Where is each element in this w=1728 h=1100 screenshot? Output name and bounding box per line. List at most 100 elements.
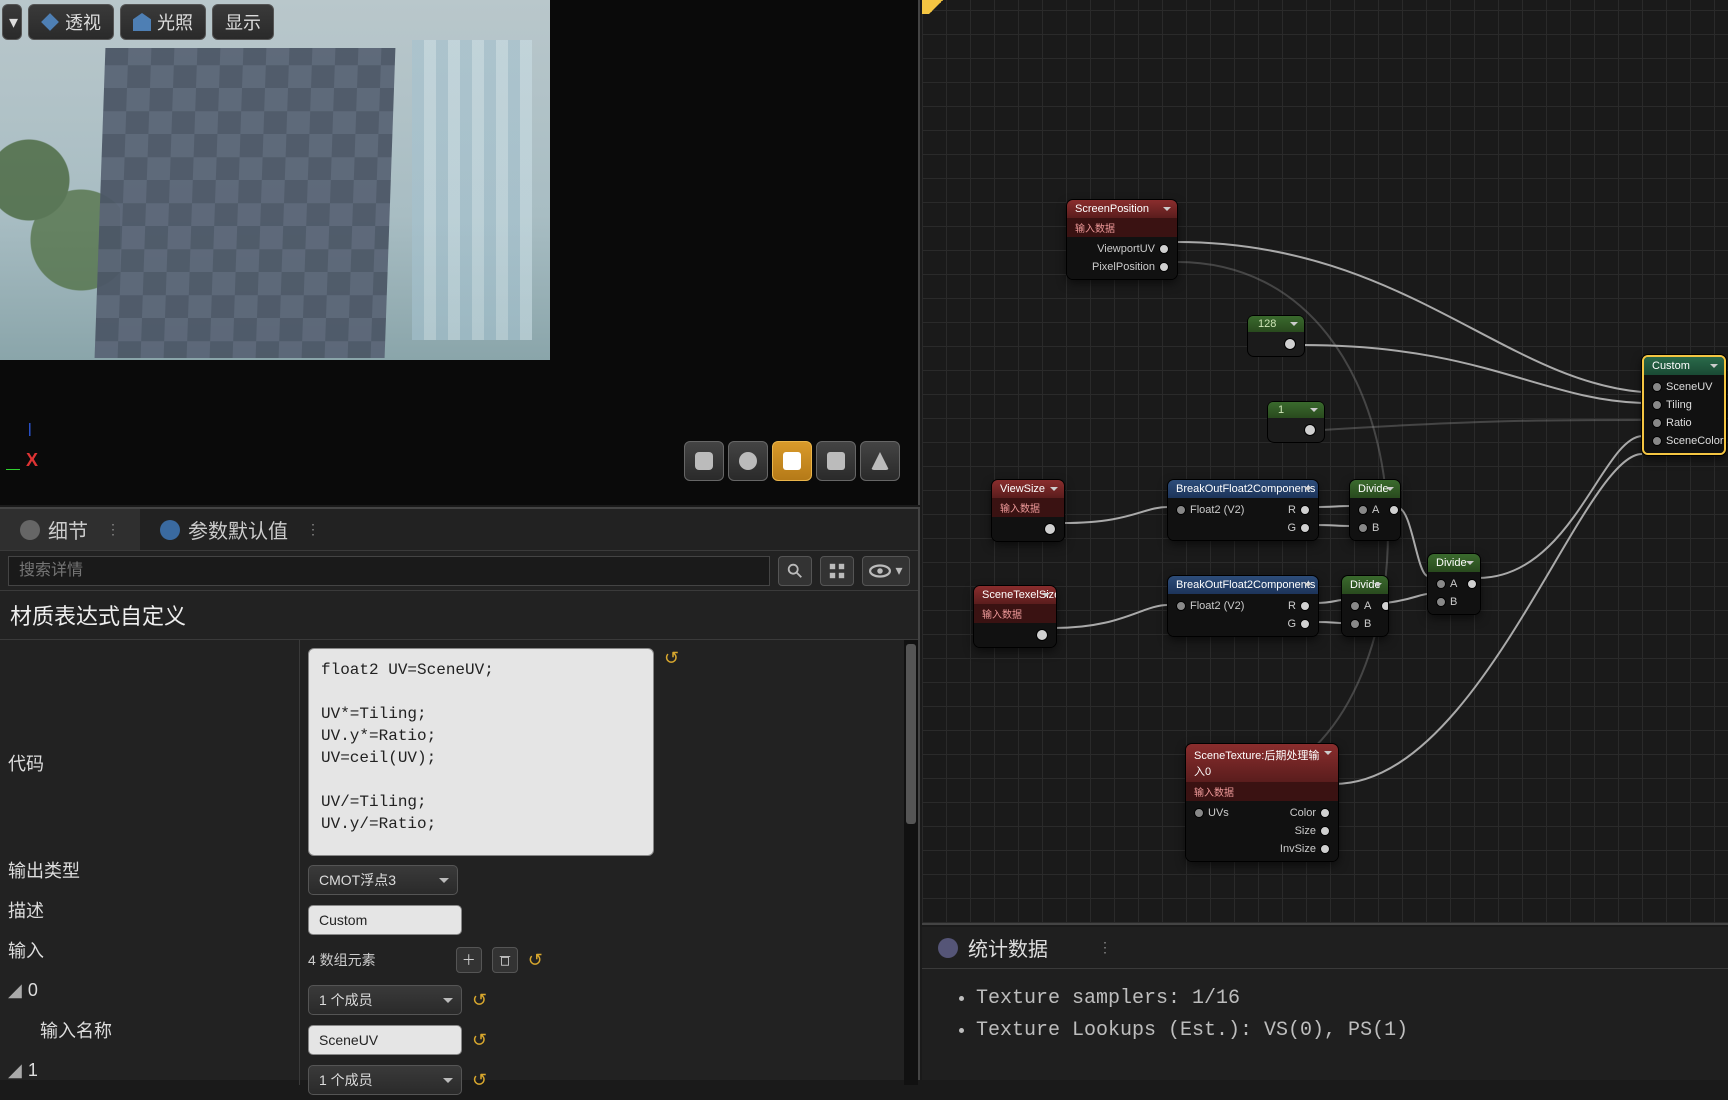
description-field[interactable]: Custom bbox=[308, 905, 462, 935]
row-input0-label[interactable]: ◢0 bbox=[0, 970, 299, 1010]
pin-in-icon[interactable] bbox=[1358, 523, 1368, 533]
row-input1-label[interactable]: ◢1 bbox=[0, 1050, 299, 1090]
row-inputs-label: 输入 bbox=[0, 930, 299, 970]
pin-in-icon[interactable] bbox=[1350, 619, 1360, 629]
viewport-scene[interactable] bbox=[0, 0, 550, 360]
pin-out-icon[interactable] bbox=[1300, 523, 1310, 533]
pin-in-icon[interactable] bbox=[1350, 601, 1360, 611]
node-constant-1[interactable]: 1 bbox=[1268, 402, 1324, 442]
axis-x-label: X bbox=[26, 450, 38, 471]
pin-out-icon[interactable] bbox=[1300, 601, 1310, 611]
node-divide-1[interactable]: Divide A B bbox=[1350, 480, 1400, 540]
details-search-input[interactable] bbox=[8, 556, 770, 586]
stats-tab[interactable]: 统计数据 ⋮ bbox=[922, 927, 1728, 969]
pin-out-icon[interactable] bbox=[1320, 826, 1330, 836]
preview-custom-mesh-button[interactable] bbox=[860, 441, 900, 481]
input0-name-field[interactable]: SceneUV bbox=[308, 1025, 462, 1055]
pin-in-icon[interactable] bbox=[1176, 601, 1186, 611]
material-graph[interactable]: ScreenPosition 输入数据 ViewportUV PixelPosi… bbox=[922, 0, 1728, 925]
node-title: ViewSize bbox=[1000, 483, 1045, 495]
revert-icon[interactable]: ↺ bbox=[472, 1030, 492, 1050]
pin-in-icon[interactable] bbox=[1652, 418, 1662, 428]
input0-member-dropdown[interactable]: 1 个成员 bbox=[308, 985, 462, 1015]
node-view-size[interactable]: ViewSize 输入数据 bbox=[992, 480, 1064, 541]
node-breakout-float2-1[interactable]: BreakOutFloat2Components Float2 (V2) R G bbox=[1168, 480, 1318, 540]
node-header[interactable]: SceneTexelSize bbox=[974, 586, 1056, 604]
pin-in-icon[interactable] bbox=[1436, 597, 1446, 607]
node-header[interactable]: BreakOutFloat2Components bbox=[1168, 480, 1318, 498]
matrix-view-button[interactable] bbox=[820, 556, 854, 586]
pin-in-icon[interactable] bbox=[1358, 505, 1368, 515]
node-header[interactable]: SceneTexture:后期处理输入0 bbox=[1186, 744, 1338, 782]
node-divide-2[interactable]: Divide A B bbox=[1428, 554, 1480, 614]
scrollbar-thumb[interactable] bbox=[906, 644, 916, 824]
pin-out-icon[interactable] bbox=[1389, 505, 1399, 515]
grid-icon bbox=[828, 562, 846, 580]
node-divide-3[interactable]: Divide A B bbox=[1342, 576, 1388, 636]
lit-mode-button[interactable]: 光照 bbox=[120, 4, 206, 40]
pin-in-icon[interactable] bbox=[1652, 382, 1662, 392]
node-breakout-float2-2[interactable]: BreakOutFloat2Components Float2 (V2) R G bbox=[1168, 576, 1318, 636]
node-custom[interactable]: Custom SceneUV Tiling Ratio SceneColor bbox=[1642, 355, 1726, 455]
node-header[interactable]: Custom bbox=[1644, 357, 1724, 375]
pin-in-icon[interactable] bbox=[1652, 436, 1662, 446]
pin-out-icon[interactable] bbox=[1044, 523, 1056, 535]
pin-in-icon[interactable] bbox=[1436, 579, 1446, 589]
node-header[interactable]: BreakOutFloat2Components bbox=[1168, 576, 1318, 594]
pin-in-icon[interactable] bbox=[1194, 808, 1204, 818]
revert-icon[interactable]: ↺ bbox=[664, 648, 684, 668]
node-title: ScreenPosition bbox=[1075, 203, 1149, 215]
pin-label: Tiling bbox=[1666, 399, 1692, 411]
pin-in-icon[interactable] bbox=[1176, 505, 1186, 515]
node-constant-128[interactable]: 128 bbox=[1248, 316, 1304, 356]
pin-out-icon[interactable] bbox=[1300, 619, 1310, 629]
pin-out-icon[interactable] bbox=[1467, 579, 1477, 589]
add-input-button[interactable]: ＋ bbox=[456, 947, 482, 973]
pin-out-icon[interactable] bbox=[1036, 629, 1048, 641]
perspective-button[interactable]: 透视 bbox=[28, 4, 114, 40]
pin-out-icon[interactable] bbox=[1284, 338, 1296, 350]
node-header[interactable]: 128 bbox=[1248, 316, 1304, 332]
show-button[interactable]: 显示 bbox=[212, 4, 274, 40]
preview-cylinder-button[interactable] bbox=[684, 441, 724, 481]
tab-close-icon[interactable]: ⋮ bbox=[306, 521, 320, 538]
tab-close-icon[interactable]: ⋮ bbox=[106, 521, 120, 538]
pin-label: SceneUV bbox=[1666, 381, 1712, 393]
node-header[interactable]: Divide bbox=[1350, 480, 1400, 498]
node-header[interactable]: Divide bbox=[1428, 554, 1480, 572]
input1-member-dropdown[interactable]: 1 个成员 bbox=[308, 1065, 462, 1095]
tab-param-defaults[interactable]: 参数默认值 ⋮ bbox=[140, 509, 340, 550]
revert-icon[interactable]: ↺ bbox=[472, 990, 492, 1010]
pin-out-icon[interactable] bbox=[1300, 505, 1310, 515]
preview-plane-button[interactable] bbox=[772, 441, 812, 481]
pin-out-icon[interactable] bbox=[1159, 244, 1169, 254]
output-type-dropdown[interactable]: CMOT浮点3 bbox=[308, 865, 458, 895]
preview-cube-button[interactable] bbox=[816, 441, 856, 481]
pin-out-icon[interactable] bbox=[1320, 844, 1330, 854]
pin-out-icon[interactable] bbox=[1304, 424, 1316, 436]
revert-icon[interactable]: ↺ bbox=[528, 950, 548, 970]
view-options-button[interactable]: ▾ bbox=[862, 556, 910, 586]
clear-inputs-button[interactable] bbox=[492, 947, 518, 973]
node-scene-texel-size[interactable]: SceneTexelSize 输入数据 bbox=[974, 586, 1056, 647]
pin-in-icon[interactable] bbox=[1652, 400, 1662, 410]
code-textarea[interactable]: float2 UV=SceneUV; UV*=Tiling; UV.y*=Rat… bbox=[308, 648, 654, 856]
preview-sphere-button[interactable] bbox=[728, 441, 768, 481]
details-scrollbar[interactable] bbox=[904, 640, 918, 1085]
node-header[interactable]: ScreenPosition bbox=[1067, 200, 1177, 218]
pin-out-icon[interactable] bbox=[1159, 262, 1169, 272]
tab-close-icon[interactable]: ⋮ bbox=[1098, 939, 1112, 956]
revert-icon[interactable]: ↺ bbox=[472, 1070, 492, 1090]
details-tabs: 细节 ⋮ 参数默认值 ⋮ bbox=[0, 509, 918, 551]
node-scene-texture[interactable]: SceneTexture:后期处理输入0 输入数据 UVs Color Size… bbox=[1186, 744, 1338, 861]
search-icon-button[interactable] bbox=[778, 556, 812, 586]
node-screen-position[interactable]: ScreenPosition 输入数据 ViewportUV PixelPosi… bbox=[1067, 200, 1177, 279]
viewport-options-button[interactable]: ▾ bbox=[2, 4, 22, 40]
category-header[interactable]: 材质表达式自定义 bbox=[0, 591, 918, 640]
pin-out-icon[interactable] bbox=[1381, 601, 1388, 611]
node-header[interactable]: ViewSize bbox=[992, 480, 1064, 498]
node-header[interactable]: 1 bbox=[1268, 402, 1324, 418]
pin-out-icon[interactable] bbox=[1320, 808, 1330, 818]
node-header[interactable]: Divide bbox=[1342, 576, 1388, 594]
tab-details[interactable]: 细节 ⋮ bbox=[0, 509, 140, 550]
